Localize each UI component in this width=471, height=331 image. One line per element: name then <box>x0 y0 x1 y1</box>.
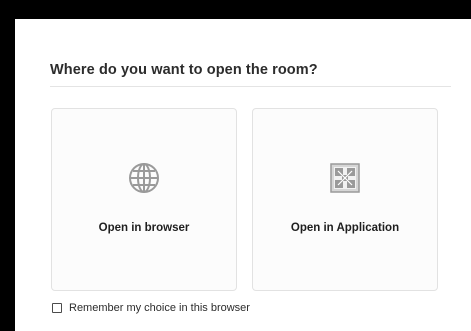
open-in-browser-card[interactable]: Open in browser <box>51 108 237 291</box>
application-icon <box>330 163 360 193</box>
globe-icon <box>129 163 159 193</box>
open-in-application-label: Open in Application <box>290 222 400 234</box>
open-room-dialog: Where do you want to open the room? Open… <box>15 19 471 331</box>
remember-choice-checkbox[interactable] <box>52 303 62 313</box>
open-in-application-card[interactable]: Open in Application <box>252 108 438 291</box>
remember-choice-label: Remember my choice in this browser <box>69 302 250 314</box>
title-divider <box>50 86 451 87</box>
dialog-title: Where do you want to open the room? <box>50 62 318 78</box>
open-in-browser-label: Open in browser <box>98 222 190 234</box>
remember-choice[interactable]: Remember my choice in this browser <box>52 302 250 314</box>
